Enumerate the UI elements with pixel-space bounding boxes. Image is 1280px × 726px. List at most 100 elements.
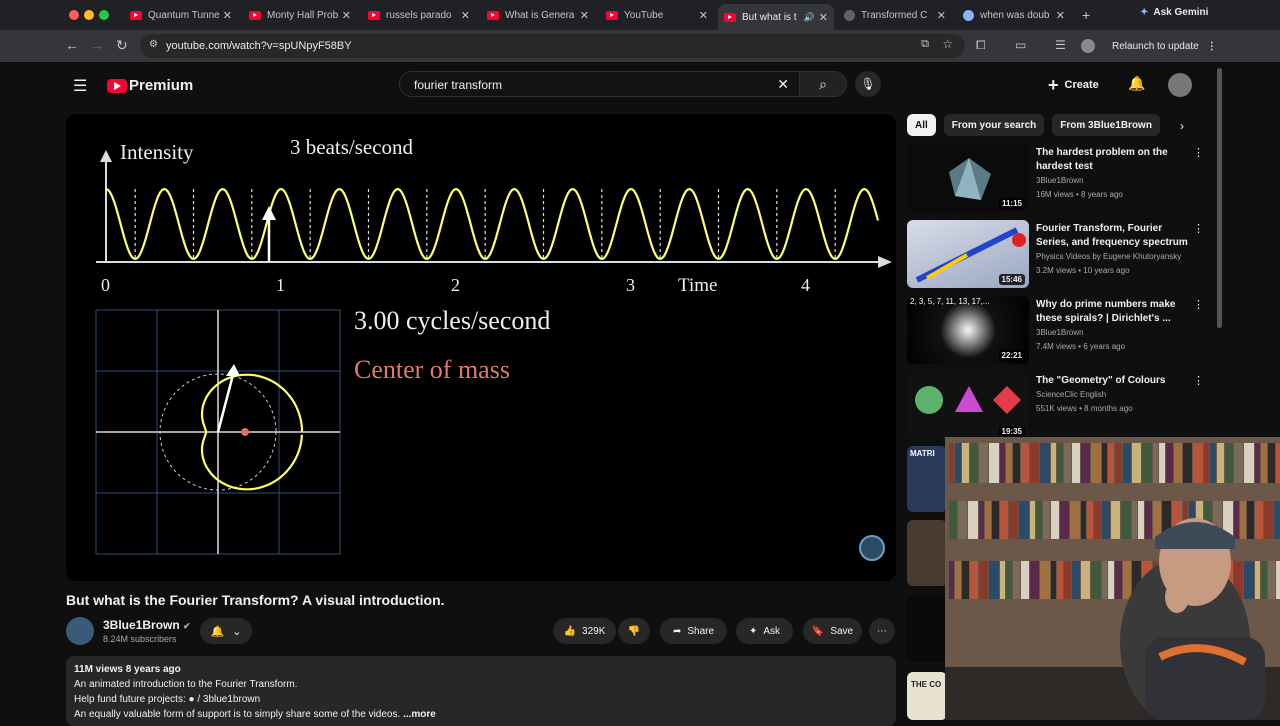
browser-tab[interactable]: Monty Hall Prob ✕ — [243, 4, 357, 26]
notifications-bell-icon[interactable]: 🔔 — [1128, 75, 1145, 92]
more-vert-icon[interactable]: ⋮ — [1193, 298, 1204, 311]
browser-tab-active[interactable]: But what is t 🔊 ✕ — [718, 4, 834, 30]
scrollbar[interactable] — [1217, 68, 1222, 328]
ask-button[interactable]: ✦ Ask — [736, 618, 793, 644]
chip-from-your-search[interactable]: From your search — [943, 114, 1045, 136]
close-tab-icon[interactable]: ✕ — [1056, 9, 1065, 22]
share-button[interactable]: ➦ Share — [660, 618, 727, 644]
chevron-right-icon[interactable]: › — [1180, 119, 1184, 133]
youtube-icon — [107, 78, 127, 93]
maximize-window-button[interactable] — [99, 10, 109, 20]
save-button[interactable]: 🔖 Save — [803, 618, 862, 644]
youtube-logo[interactable]: Premium — [107, 77, 193, 94]
close-tab-icon[interactable]: ✕ — [937, 9, 946, 22]
browser-tab[interactable]: What is Genera ✕ — [481, 4, 595, 26]
search-button[interactable]: ⌕ — [799, 71, 847, 97]
thumbnail-text: 2, 3, 5, 7, 11, 13, 17,... — [910, 297, 990, 306]
beats-label: 3 beats/second — [290, 135, 414, 159]
google-icon — [963, 9, 974, 21]
browser-tab-strip: Quantum Tunne ✕ Monty Hall Prob ✕ russels … — [0, 0, 1280, 30]
description-line: Help fund future projects: ● / 3blue1bro… — [74, 694, 261, 705]
video-duration: 22:21 — [998, 350, 1025, 361]
bookmark-star-icon[interactable]: ☆ — [942, 37, 953, 51]
more-vert-icon[interactable]: ⋮ — [1193, 374, 1204, 387]
relaunch-button[interactable]: Relaunch to update ⋮ — [1106, 36, 1223, 56]
minimize-window-button[interactable] — [84, 10, 94, 20]
close-window-button[interactable] — [69, 10, 79, 20]
like-button[interactable]: 👍 329K — [553, 618, 616, 644]
recommendation-item[interactable]: 15:46 Fourier Transform, Fourier Series,… — [907, 220, 1207, 290]
channel-avatar[interactable] — [66, 617, 94, 645]
forward-icon[interactable]: → — [90, 37, 104, 53]
clear-search-icon[interactable]: ✕ — [777, 76, 789, 93]
recommendation-channel: ScienceClic English — [1036, 390, 1107, 399]
menu-dots-icon[interactable]: ⋮ — [1207, 41, 1217, 52]
channel-name[interactable]: 3Blue1Brown ✔ — [103, 618, 191, 632]
url-text: youtube.com/watch?v=spUNpyF58BY — [166, 40, 352, 52]
notification-subscribe-button[interactable]: 🔔 ⌄ — [200, 618, 252, 644]
recommendation-item[interactable]: 19:35 The "Geometry" of Colours ScienceC… — [907, 372, 1207, 442]
browser-tab[interactable]: YouTube ✕ — [600, 4, 714, 26]
show-more-link[interactable]: ...more — [403, 709, 436, 720]
install-icon[interactable]: ⧉ — [921, 38, 929, 51]
tick-label: 3 — [626, 275, 635, 295]
subscriber-count: 8.24M subscribers — [103, 634, 177, 644]
browser-tab[interactable]: Quantum Tunne ✕ — [124, 4, 238, 26]
close-tab-icon[interactable]: ✕ — [699, 9, 708, 22]
browser-tab[interactable]: Transformed C ✕ — [838, 4, 952, 26]
video-thumbnail[interactable] — [907, 596, 947, 662]
search-input[interactable]: fourier transform ✕ — [399, 71, 799, 97]
new-tab-button[interactable]: + — [1076, 4, 1096, 26]
recommendation-title: Fourier Transform, Fourier Series, and f… — [1036, 223, 1188, 248]
reading-list-icon[interactable]: ☰ — [1055, 38, 1066, 52]
recommendation-item[interactable]: 2, 3, 5, 7, 11, 13, 17,... 22:21 Why do … — [907, 296, 1207, 366]
tick-label: 1 — [276, 275, 285, 295]
recommendation-meta: 7.4M views • 6 years ago — [1036, 342, 1126, 351]
time-axis-label: Time — [678, 275, 717, 296]
back-icon[interactable]: ← — [65, 37, 79, 53]
chip-from-channel[interactable]: From 3Blue1Brown — [1052, 114, 1160, 136]
center-of-mass-label: Center of mass — [354, 355, 510, 384]
video-thumbnail[interactable]: 15:46 — [907, 220, 1029, 288]
more-actions-button[interactable]: ⋯ — [869, 618, 895, 644]
close-tab-icon[interactable]: ✕ — [819, 11, 828, 24]
youtube-icon — [606, 10, 618, 20]
more-vert-icon[interactable]: ⋮ — [1193, 146, 1204, 159]
site-info-icon[interactable]: ⚙ — [149, 39, 158, 50]
recommendation-meta: 551K views • 8 months ago — [1036, 404, 1133, 413]
browser-tab[interactable]: when was doub ✕ — [957, 4, 1071, 26]
browser-tab[interactable]: russels parado ✕ — [362, 4, 476, 26]
video-thumbnail[interactable]: 2, 3, 5, 7, 11, 13, 17,... 22:21 — [907, 296, 1029, 364]
profile-avatar[interactable] — [1081, 39, 1095, 53]
close-tab-icon[interactable]: ✕ — [580, 9, 589, 22]
recommendation-item[interactable]: 11:15 The hardest problem on the hardest… — [907, 144, 1207, 214]
video-player[interactable]: Intensity 3 beats/second Time 0 1 2 3 4 … — [66, 114, 896, 581]
close-tab-icon[interactable]: ✕ — [223, 9, 232, 22]
create-button[interactable]: + Create — [1048, 72, 1099, 98]
video-thumbnail[interactable] — [907, 520, 947, 586]
reload-icon[interactable]: ↻ — [116, 37, 128, 54]
video-thumbnail[interactable]: 19:35 — [907, 372, 1029, 440]
microphone-icon: 🎙 — [860, 77, 876, 91]
video-thumbnail[interactable]: 11:15 — [907, 144, 1029, 212]
description-box[interactable]: 11M views 8 years ago An animated introd… — [66, 656, 896, 726]
more-vert-icon[interactable]: ⋮ — [1193, 222, 1204, 235]
extensions-icon[interactable]: ⧠ — [976, 38, 986, 53]
voice-search-button[interactable]: 🎙 — [855, 71, 881, 97]
hamburger-menu-icon[interactable]: ☰ — [73, 76, 87, 96]
close-tab-icon[interactable]: ✕ — [461, 9, 470, 22]
dislike-button[interactable]: 👎 — [618, 618, 650, 644]
patreon-link[interactable]: / 3blue1brown — [197, 694, 260, 705]
video-frame: Intensity 3 beats/second Time 0 1 2 3 4 … — [95, 135, 892, 561]
video-title: But what is the Fourier Transform? A vis… — [66, 592, 445, 608]
chip-all[interactable]: All — [907, 114, 936, 136]
youtube-icon — [487, 10, 499, 20]
video-thumbnail[interactable]: THE CO — [907, 672, 947, 720]
link-icon: ● — [188, 694, 195, 705]
address-bar[interactable]: ⚙ youtube.com/watch?v=spUNpyF58BY ⧉ ☆ — [140, 34, 965, 58]
ask-gemini-button[interactable]: ✦ Ask Gemini — [1140, 7, 1208, 18]
close-tab-icon[interactable]: ✕ — [342, 9, 351, 22]
split-view-icon[interactable]: ▭ — [1015, 38, 1026, 52]
video-thumbnail[interactable]: MATRI — [907, 446, 947, 512]
account-avatar[interactable] — [1168, 73, 1192, 97]
